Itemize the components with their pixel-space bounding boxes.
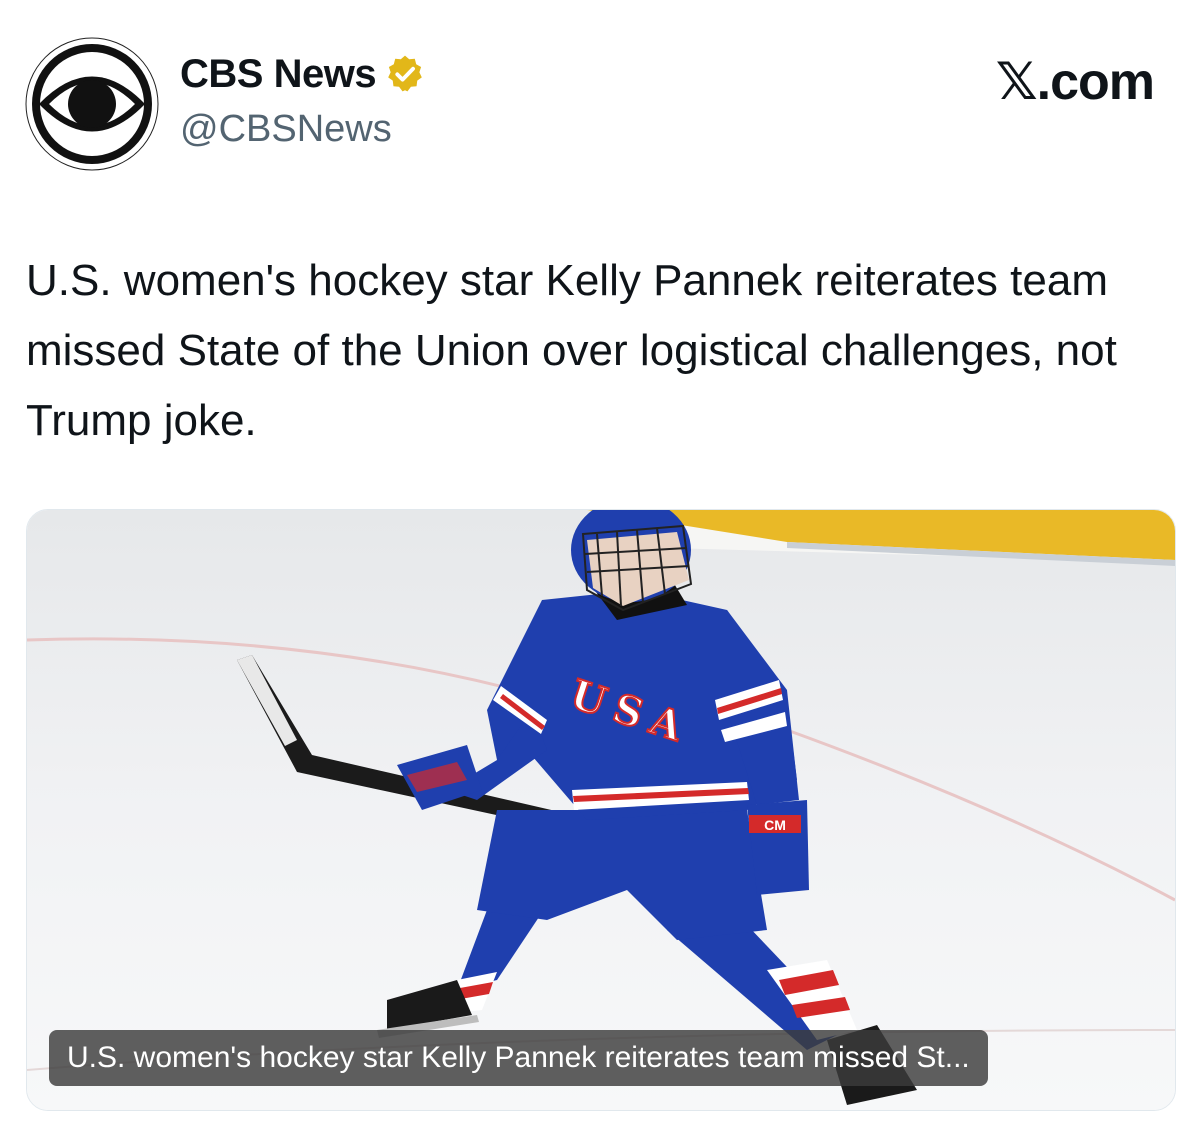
- post-card: CBS News @CBSNews 𝕏.com U.S. women's hoc…: [0, 0, 1200, 1125]
- name-row: CBS News: [180, 50, 426, 98]
- avatar[interactable]: [25, 37, 159, 171]
- post-text: U.S. women's hockey star Kelly Pannek re…: [26, 256, 1117, 445]
- display-name[interactable]: CBS News: [180, 52, 377, 97]
- media-caption: U.S. women's hockey star Kelly Pannek re…: [49, 1030, 988, 1086]
- author-block: CBS News @CBSNews: [180, 50, 426, 151]
- cbs-eye-logo-icon: [25, 37, 159, 171]
- handle[interactable]: @CBSNews: [180, 108, 426, 151]
- verified-badge-icon: [388, 55, 422, 92]
- glove-text: CM: [764, 817, 786, 833]
- site-brand: 𝕏.com: [995, 53, 1155, 111]
- media-card[interactable]: CM USA U.S. women's hockey star Kelly Pa…: [26, 509, 1176, 1111]
- hockey-player-photo: CM USA: [27, 510, 1175, 1110]
